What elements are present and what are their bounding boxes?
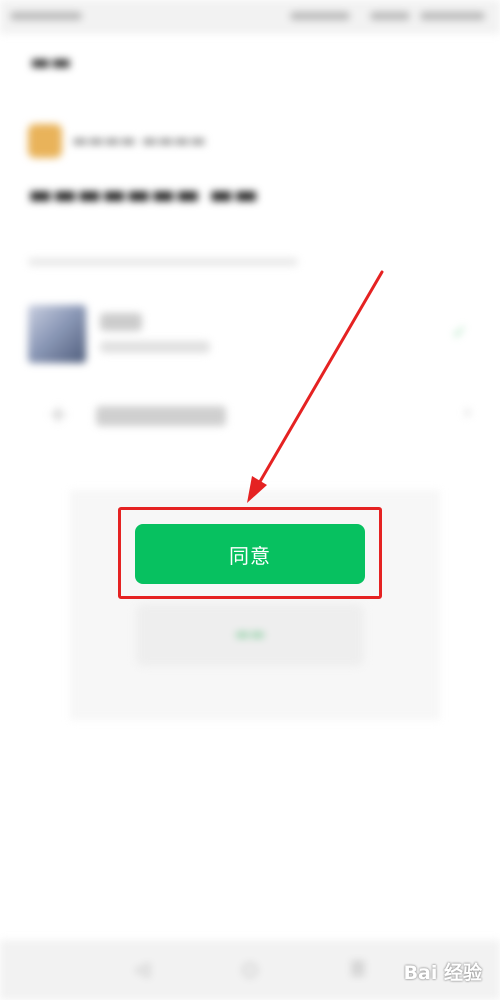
annotation-arrow <box>247 270 384 503</box>
baidu-watermark: Bai 经验 <box>403 962 482 984</box>
arrow-shaft <box>256 270 384 487</box>
nav-back-icon[interactable]: ◁ <box>130 958 154 982</box>
nav-home-icon[interactable]: ○ <box>238 958 262 982</box>
nav-menu-icon[interactable]: ☰ <box>346 958 370 982</box>
arrow-head <box>247 476 267 503</box>
